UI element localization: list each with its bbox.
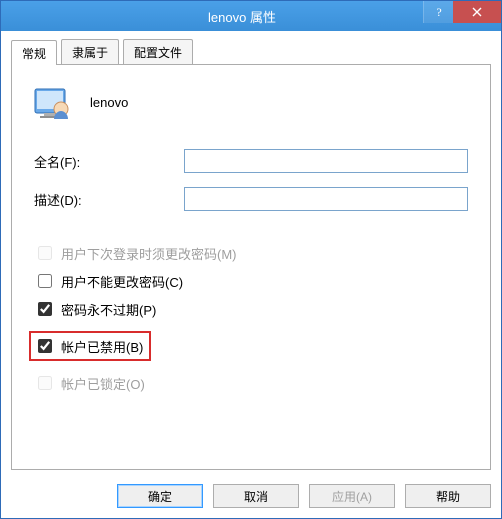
chk-account-disabled[interactable]: 帐户已禁用(B) (34, 336, 143, 356)
apply-button[interactable]: 应用(A) (309, 484, 395, 508)
close-icon[interactable] (453, 1, 501, 23)
full-name-row: 全名(F): (34, 149, 468, 173)
highlight-account-disabled: 帐户已禁用(B) (29, 331, 151, 361)
title-text: lenovo 属性 (1, 7, 423, 26)
full-name-label: 全名(F): (34, 152, 184, 171)
help-icon[interactable]: ? (423, 1, 453, 23)
chk-password-never-expires-label: 密码永不过期(P) (61, 300, 156, 319)
ok-button[interactable]: 确定 (117, 484, 203, 508)
chk-account-disabled-label: 帐户已禁用(B) (61, 337, 143, 356)
chk-password-never-expires[interactable]: 密码永不过期(P) (34, 299, 468, 319)
properties-dialog: lenovo 属性 ? 常规 隶属于 配置文件 (0, 0, 502, 519)
user-icon (34, 83, 72, 121)
title-bar: lenovo 属性 ? (1, 1, 501, 31)
full-name-input[interactable] (184, 149, 468, 173)
description-row: 描述(D): (34, 187, 468, 211)
chk-account-locked-box (38, 376, 52, 390)
dialog-button-row: 确定 取消 应用(A) 帮助 (1, 476, 501, 518)
chk-account-locked-label: 帐户已锁定(O) (61, 374, 145, 393)
svg-text:?: ? (436, 6, 441, 18)
chk-cannot-change-password-label: 用户不能更改密码(C) (61, 272, 183, 291)
chk-must-change-password-label: 用户下次登录时须更改密码(M) (61, 244, 237, 263)
tab-panel-general: lenovo 全名(F): 描述(D): 用户下次登录时须更改密码(M) 用户不… (11, 64, 491, 470)
description-label: 描述(D): (34, 190, 184, 209)
chk-must-change-password: 用户下次登录时须更改密码(M) (34, 243, 468, 263)
chk-must-change-password-box (38, 246, 52, 260)
chk-cannot-change-password[interactable]: 用户不能更改密码(C) (34, 271, 468, 291)
tab-member-of[interactable]: 隶属于 (61, 39, 119, 64)
chk-password-never-expires-box[interactable] (38, 302, 52, 316)
client-area: 常规 隶属于 配置文件 lenovo 全名 (1, 31, 501, 476)
chk-cannot-change-password-box[interactable] (38, 274, 52, 288)
help-button[interactable]: 帮助 (405, 484, 491, 508)
title-bar-buttons: ? (423, 1, 501, 31)
cancel-button[interactable]: 取消 (213, 484, 299, 508)
user-header: lenovo (34, 83, 468, 121)
user-name: lenovo (90, 95, 128, 110)
chk-account-disabled-box[interactable] (38, 339, 52, 353)
tab-row: 常规 隶属于 配置文件 (11, 39, 491, 64)
tab-general[interactable]: 常规 (11, 40, 57, 65)
tab-profile[interactable]: 配置文件 (123, 39, 193, 64)
description-input[interactable] (184, 187, 468, 211)
chk-account-locked: 帐户已锁定(O) (34, 373, 468, 393)
